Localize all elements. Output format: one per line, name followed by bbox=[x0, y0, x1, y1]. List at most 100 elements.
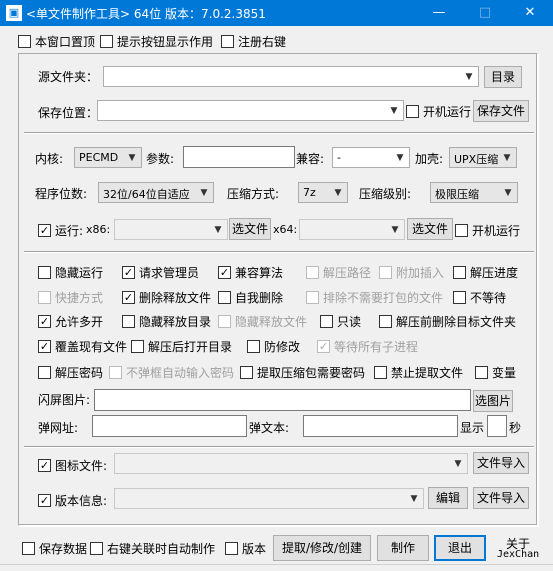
opt-label: 隐藏释放文件 bbox=[235, 315, 308, 329]
show-label: 显示 bbox=[460, 421, 485, 435]
opt-no-wait[interactable]: 不等待 bbox=[453, 289, 506, 306]
opt-open-dir-after[interactable]: 解压后打开目录 bbox=[131, 338, 232, 355]
splash-input[interactable] bbox=[94, 389, 471, 411]
version-info-checkbox[interactable]: ✓ 版本信息: bbox=[38, 492, 107, 509]
checkbox-box bbox=[90, 542, 103, 555]
opt-shortcut[interactable]: 快捷方式 bbox=[38, 289, 103, 306]
opt-label: 防修改 bbox=[264, 340, 301, 354]
opt-label: 解压路径 bbox=[323, 266, 372, 280]
version-checkbox[interactable]: 版本 bbox=[225, 540, 266, 557]
opt-delete-target-before[interactable]: 解压前删除目标文件夹 bbox=[379, 313, 516, 330]
save-data-checkbox[interactable]: 保存数据 bbox=[22, 540, 87, 557]
checkbox-box bbox=[475, 366, 488, 379]
version-edit-button[interactable]: 编辑 bbox=[428, 487, 468, 509]
x86-select-file-button[interactable]: 选文件 bbox=[229, 218, 271, 240]
opt-delete-released[interactable]: ✓ 删除释放文件 bbox=[122, 289, 211, 306]
dir-button[interactable]: 目录 bbox=[484, 66, 522, 88]
checkbox-box bbox=[225, 542, 238, 555]
shell-label: 加壳: bbox=[415, 152, 444, 166]
source-combo[interactable]: ▼ bbox=[103, 66, 479, 87]
chevron-down-icon: ▼ bbox=[391, 225, 399, 235]
seconds-input[interactable] bbox=[487, 415, 507, 437]
opt-self-delete[interactable]: 自我删除 bbox=[218, 289, 283, 306]
opt-readonly[interactable]: 只读 bbox=[320, 313, 361, 330]
chevron-down-icon: ▼ bbox=[454, 459, 462, 469]
opt-label: 解压后打开目录 bbox=[148, 340, 233, 354]
opt-extract-path[interactable]: 解压路径 bbox=[306, 264, 371, 281]
maximize-button[interactable]: □ bbox=[462, 0, 508, 26]
checkbox-box: ✓ bbox=[122, 291, 135, 304]
version-info-combo[interactable]: ▼ bbox=[114, 488, 424, 509]
compress-method-combo[interactable]: 7z ▼ bbox=[298, 182, 348, 203]
run-startup-checkbox[interactable]: 开机运行 bbox=[455, 222, 520, 239]
checkbox-box bbox=[455, 224, 468, 237]
save-file-button[interactable]: 保存文件 bbox=[473, 100, 529, 122]
select-image-button[interactable]: 选图片 bbox=[473, 390, 513, 412]
stay-on-top-checkbox[interactable]: 本窗口置顶 bbox=[18, 33, 95, 50]
opt-label: 附加插入 bbox=[396, 266, 445, 280]
checkbox-box bbox=[306, 291, 319, 304]
opt-wait-children[interactable]: ✓ 等待所有子进程 bbox=[317, 338, 418, 355]
opt-allow-multi[interactable]: ✓ 允许多开 bbox=[38, 313, 103, 330]
popup-text-input[interactable] bbox=[303, 415, 458, 437]
opt-request-admin[interactable]: ✓ 请求管理员 bbox=[122, 264, 199, 281]
icon-file-checkbox[interactable]: ✓ 图标文件: bbox=[38, 457, 107, 474]
chevron-down-icon: ▼ bbox=[390, 106, 398, 116]
opt-label: 变量 bbox=[492, 366, 517, 380]
register-context-label: 注册右键 bbox=[238, 35, 287, 49]
x86-combo[interactable]: ▼ bbox=[114, 219, 228, 240]
minimize-button[interactable]: — bbox=[416, 0, 462, 26]
shell-combo[interactable]: UPX压缩 ▼ bbox=[449, 147, 517, 168]
opt-exclude-files[interactable]: 排除不需要打包的文件 bbox=[306, 289, 443, 306]
opt-label: 请求管理员 bbox=[139, 266, 200, 280]
compress-level-combo[interactable]: 极限压缩 ▼ bbox=[430, 182, 518, 203]
divider bbox=[24, 446, 534, 448]
params-input[interactable] bbox=[183, 146, 295, 168]
opt-anti-modify[interactable]: 防修改 bbox=[247, 338, 300, 355]
exit-button[interactable]: 退出 bbox=[434, 535, 486, 561]
title-bar[interactable]: ▣ <单文件制作工具> 64位 版本：7.0.2.3851 — □ ✕ bbox=[0, 0, 553, 26]
opt-overwrite[interactable]: ✓ 覆盖现有文件 bbox=[38, 338, 127, 355]
register-context-checkbox[interactable]: 注册右键 bbox=[221, 33, 286, 50]
opt-label: 不等待 bbox=[470, 291, 507, 305]
icon-file-combo[interactable]: ▼ bbox=[114, 453, 468, 474]
opt-variable[interactable]: 变量 bbox=[475, 364, 516, 381]
opt-append-insert[interactable]: 附加插入 bbox=[379, 264, 444, 281]
opt-label: 排除不需要打包的文件 bbox=[323, 291, 444, 305]
opt-label: 解压前删除目标文件夹 bbox=[396, 315, 517, 329]
close-button[interactable]: ✕ bbox=[507, 0, 553, 26]
ctx-auto-checkbox[interactable]: 右键关联时自动制作 bbox=[90, 540, 215, 557]
opt-hide-release-file[interactable]: 隐藏释放文件 bbox=[218, 313, 307, 330]
checkbox-box bbox=[306, 266, 319, 279]
popup-url-input[interactable] bbox=[92, 415, 247, 437]
opt-label: 快捷方式 bbox=[55, 291, 104, 305]
save-combo[interactable]: ▼ bbox=[97, 100, 404, 121]
x64-select-file-button[interactable]: 选文件 bbox=[407, 218, 453, 240]
opt-forbid-extract[interactable]: 禁止提取文件 bbox=[374, 364, 463, 381]
opt-extract-password[interactable]: 解压密码 bbox=[38, 364, 103, 381]
compress-method-value: 7z bbox=[303, 186, 316, 199]
x64-combo[interactable]: ▼ bbox=[299, 219, 405, 240]
checkbox-box bbox=[18, 35, 31, 48]
opt-compat-algo[interactable]: ✓ 兼容算法 bbox=[218, 264, 283, 281]
make-button[interactable]: 制作 bbox=[377, 535, 429, 561]
version-import-button[interactable]: 文件导入 bbox=[473, 487, 529, 509]
extract-modify-create-button[interactable]: 提取/修改/创建 bbox=[273, 535, 371, 561]
x64-label: x64: bbox=[273, 223, 298, 236]
icon-import-button[interactable]: 文件导入 bbox=[473, 452, 529, 474]
opt-extract-progress[interactable]: 解压进度 bbox=[453, 264, 518, 281]
compat-combo[interactable]: - ▼ bbox=[332, 147, 410, 168]
bits-combo[interactable]: 32位/64位自适应 ▼ bbox=[98, 182, 214, 203]
opt-hide-run[interactable]: 隐藏运行 bbox=[38, 264, 103, 281]
checkbox-box: ✓ bbox=[38, 340, 51, 353]
kernel-combo[interactable]: PECMD ▼ bbox=[74, 147, 142, 168]
checkbox-box bbox=[406, 105, 419, 118]
opt-auto-password[interactable]: 不弹框自动输入密码 bbox=[109, 364, 234, 381]
save-startup-checkbox[interactable]: 开机运行 bbox=[406, 103, 471, 120]
run-checkbox[interactable]: ✓ 运行: bbox=[38, 222, 83, 239]
chevron-down-icon: ▼ bbox=[334, 188, 342, 198]
opt-extract-needs-password[interactable]: 提取压缩包需要密码 bbox=[240, 364, 365, 381]
opt-hide-release-dir[interactable]: 隐藏释放目录 bbox=[122, 313, 211, 330]
version-label: 版本 bbox=[242, 542, 267, 556]
show-tooltips-checkbox[interactable]: 提示按钮显示作用 bbox=[100, 33, 213, 50]
